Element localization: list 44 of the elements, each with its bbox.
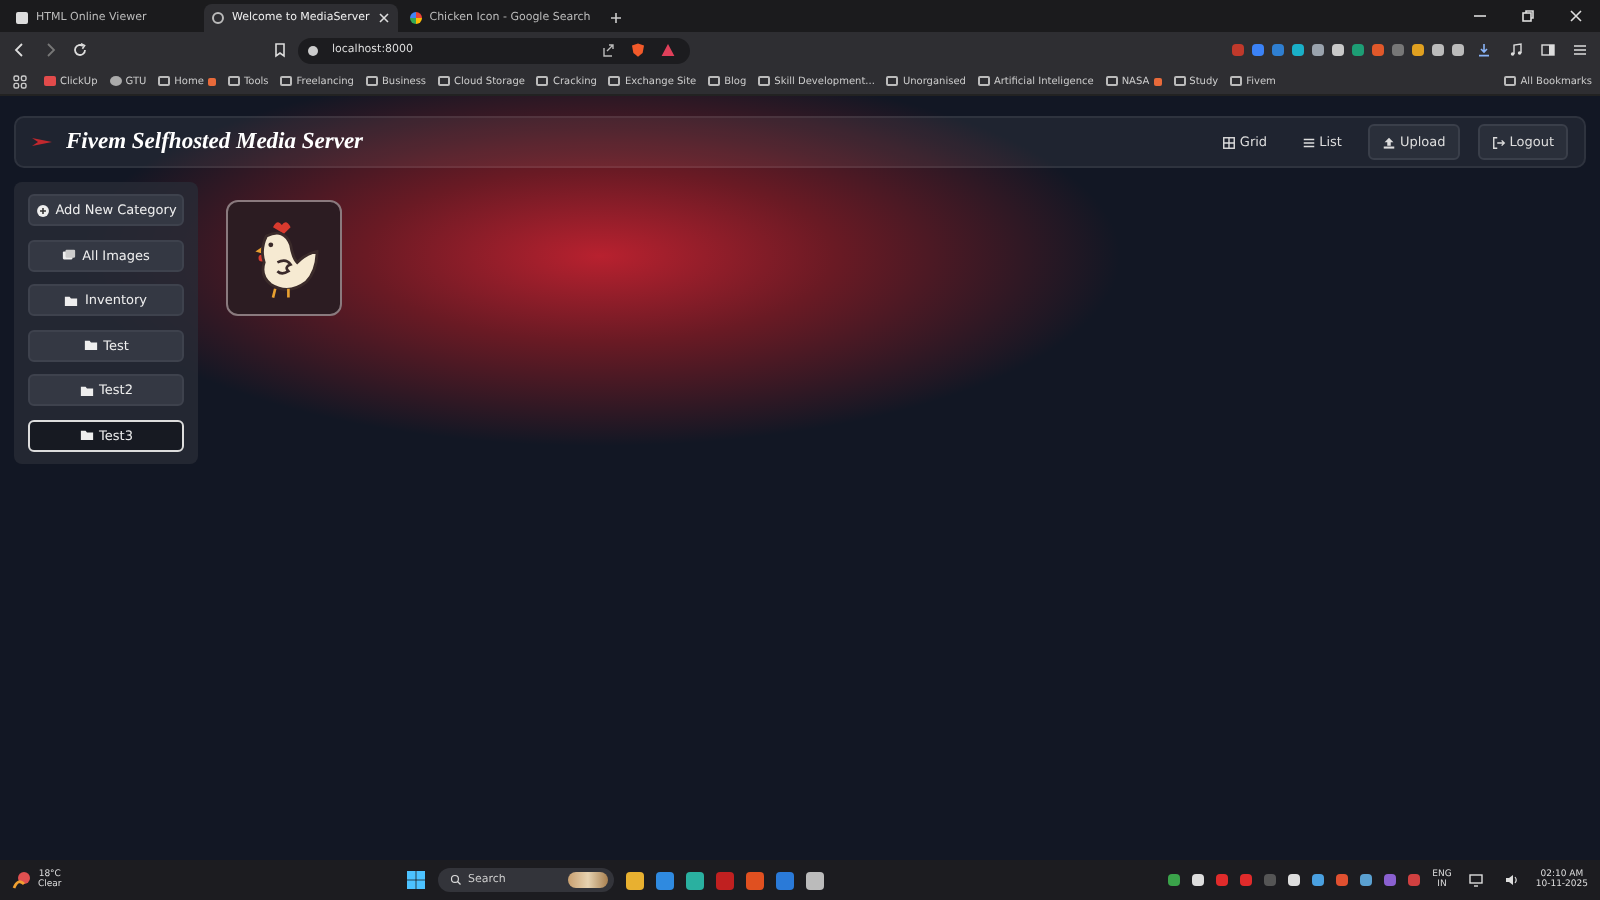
grid-icon — [1221, 135, 1236, 149]
windows-icon[interactable] — [405, 870, 426, 890]
site-title: Fivem Selfhosted Media Server — [66, 130, 364, 154]
folder-icon — [1173, 76, 1186, 86]
info-icon[interactable] — [308, 45, 318, 55]
folder-icon — [1230, 76, 1243, 86]
folder-icon — [886, 76, 899, 86]
image-card[interactable] — [226, 200, 342, 316]
folder-icon — [608, 76, 621, 86]
folder-icon — [708, 76, 721, 86]
network-icon[interactable] — [1463, 872, 1488, 888]
folder-icon — [365, 76, 378, 86]
triangle-icon[interactable] — [656, 42, 680, 58]
plus-circle-icon — [35, 203, 50, 217]
google-icon — [409, 12, 422, 24]
restore-icon[interactable] — [1520, 8, 1536, 24]
images-icon — [62, 248, 77, 262]
weather-icon[interactable] — [12, 870, 32, 890]
folder-icon — [227, 76, 240, 86]
folder-icon — [158, 76, 171, 86]
reload-icon[interactable] — [68, 42, 92, 58]
folder-icon — [977, 76, 990, 86]
folder-icon — [79, 383, 94, 397]
sidebar-icon[interactable] — [1536, 42, 1560, 58]
folder-icon — [536, 76, 549, 86]
folder-icon — [280, 76, 293, 86]
upload-icon — [1381, 135, 1396, 149]
apps-icon[interactable] — [8, 73, 32, 89]
folder-icon — [1504, 76, 1517, 86]
list-icon — [1301, 135, 1316, 149]
menu-icon[interactable] — [1568, 42, 1592, 58]
folder-icon — [83, 338, 98, 352]
folder-icon — [1105, 76, 1118, 86]
site-icon — [44, 76, 56, 86]
search-icon — [449, 874, 462, 886]
close-icon[interactable] — [377, 12, 390, 24]
folder-icon — [758, 76, 771, 86]
close-icon[interactable] — [1568, 8, 1584, 24]
folder-icon — [79, 428, 94, 442]
logout-icon — [1491, 135, 1506, 149]
folder-icon — [64, 293, 79, 307]
logo-icon — [32, 136, 52, 148]
folder-icon — [438, 76, 451, 86]
new-tab-icon[interactable] — [610, 12, 623, 24]
